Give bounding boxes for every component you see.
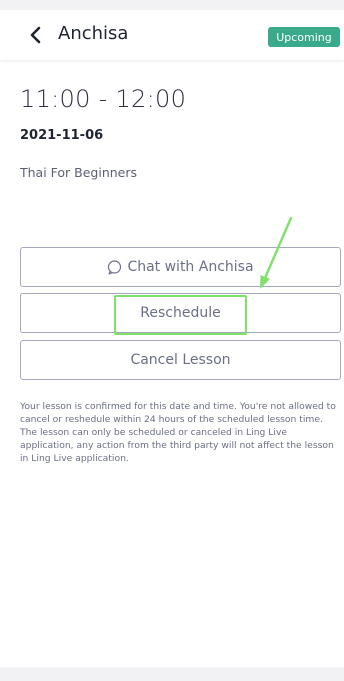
- bottom-bar-strip: [0, 667, 344, 681]
- status-badge: Upcoming: [268, 27, 340, 47]
- page-title: Anchisa: [58, 23, 129, 44]
- chevron-left-icon: [26, 25, 46, 45]
- cancel-lesson-button-label: Cancel Lesson: [130, 352, 231, 368]
- chat-button-label: Chat with Anchisa: [127, 259, 254, 275]
- chat-button[interactable]: Chat with Anchisa: [20, 247, 341, 287]
- lesson-detail-screen: Anchisa Upcoming 11:00 - 12:00 2021-11-0…: [0, 0, 344, 681]
- notice-paragraph-2: The lesson can only be scheduled or canc…: [20, 427, 334, 464]
- status-bar-strip: [0, 0, 344, 10]
- chat-bubble-icon: [107, 259, 122, 275]
- reschedule-button[interactable]: Reschedule: [20, 293, 341, 333]
- lesson-notice: Your lesson is confirmed for this date a…: [20, 400, 342, 465]
- lesson-course: Thai For Beginners: [20, 165, 138, 180]
- lesson-time: 11:00 - 12:00: [20, 85, 187, 113]
- header-bar: Anchisa Upcoming: [0, 10, 344, 60]
- back-button[interactable]: [26, 25, 46, 45]
- notice-paragraph-1: Your lesson is confirmed for this date a…: [20, 401, 336, 425]
- lesson-date: 2021-11-06: [20, 128, 104, 143]
- reschedule-button-label: Reschedule: [140, 305, 221, 321]
- cancel-lesson-button[interactable]: Cancel Lesson: [20, 340, 341, 380]
